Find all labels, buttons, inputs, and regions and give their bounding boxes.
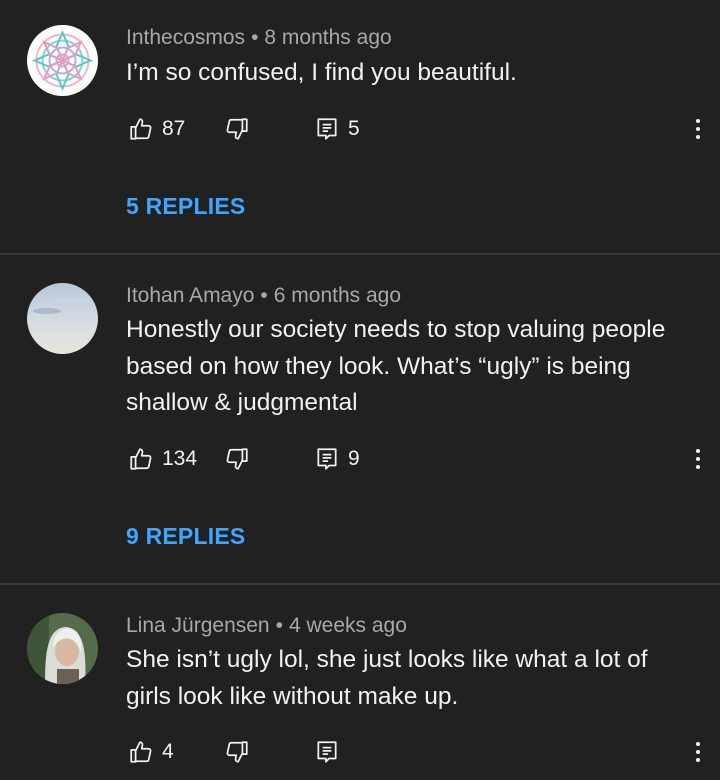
comment-time: 6 months ago bbox=[273, 284, 402, 307]
more-vert-icon[interactable] bbox=[688, 111, 708, 147]
separator-dot: • bbox=[260, 284, 268, 307]
comment-meta: Lina Jürgensen • 4 weeks ago bbox=[126, 614, 407, 638]
comment-text: Honestly our society needs to stop valui… bbox=[126, 316, 666, 416]
comment-meta: Itohan Amayo • 6 months ago bbox=[126, 284, 401, 308]
reply-icon bbox=[314, 446, 340, 472]
like-count: 87 bbox=[162, 117, 186, 140]
thumbs-down-icon bbox=[224, 446, 250, 472]
view-replies-button[interactable]: 9 REPLIES bbox=[126, 523, 245, 550]
thumbs-down-icon bbox=[224, 739, 250, 765]
reply-icon bbox=[314, 116, 340, 142]
comment-time: 4 weeks ago bbox=[288, 614, 407, 637]
like-count: 4 bbox=[162, 740, 174, 763]
thumbs-down-icon bbox=[224, 116, 250, 142]
reply-count: 9 bbox=[348, 447, 360, 470]
author-name[interactable]: Inthecosmos bbox=[126, 26, 245, 49]
author-name[interactable]: Itohan Amayo bbox=[126, 284, 254, 307]
divider bbox=[0, 253, 720, 255]
thumbs-up-icon bbox=[128, 446, 154, 472]
comment-actions: 87 5 bbox=[126, 111, 706, 151]
comment-text: She isn’t ugly lol, she just looks like … bbox=[126, 646, 648, 710]
like-count: 134 bbox=[162, 447, 198, 470]
reply-button[interactable]: 9 bbox=[314, 441, 360, 477]
comment-actions: 134 9 bbox=[126, 441, 706, 481]
separator-dot: • bbox=[251, 26, 259, 49]
dislike-button[interactable] bbox=[224, 111, 250, 147]
comment-text: I’m so confused, I find you beautiful. bbox=[126, 59, 517, 86]
reply-button[interactable] bbox=[314, 734, 348, 770]
portrait-avatar[interactable] bbox=[27, 613, 98, 684]
comment-time: 8 months ago bbox=[264, 26, 392, 49]
like-button[interactable]: 4 bbox=[128, 734, 174, 770]
reply-button[interactable]: 5 bbox=[314, 111, 360, 147]
author-name[interactable]: Lina Jürgensen bbox=[126, 614, 270, 637]
sky-avatar[interactable] bbox=[27, 283, 98, 354]
thumbs-up-icon bbox=[128, 739, 154, 765]
comment-actions: 4 bbox=[126, 734, 706, 774]
like-button[interactable]: 134 bbox=[128, 441, 197, 477]
more-vert-icon[interactable] bbox=[688, 734, 708, 770]
dislike-button[interactable] bbox=[224, 734, 250, 770]
thumbs-up-icon bbox=[128, 116, 154, 142]
dislike-button[interactable] bbox=[224, 441, 250, 477]
mandala-avatar[interactable] bbox=[27, 25, 98, 96]
view-replies-button[interactable]: 5 REPLIES bbox=[126, 193, 245, 220]
like-button[interactable]: 87 bbox=[128, 111, 185, 147]
separator-dot: • bbox=[275, 614, 283, 637]
comment-meta: Inthecosmos • 8 months ago bbox=[126, 26, 392, 50]
reply-count: 5 bbox=[348, 117, 360, 140]
more-vert-icon[interactable] bbox=[688, 441, 708, 477]
divider bbox=[0, 583, 720, 585]
reply-icon bbox=[314, 739, 340, 765]
